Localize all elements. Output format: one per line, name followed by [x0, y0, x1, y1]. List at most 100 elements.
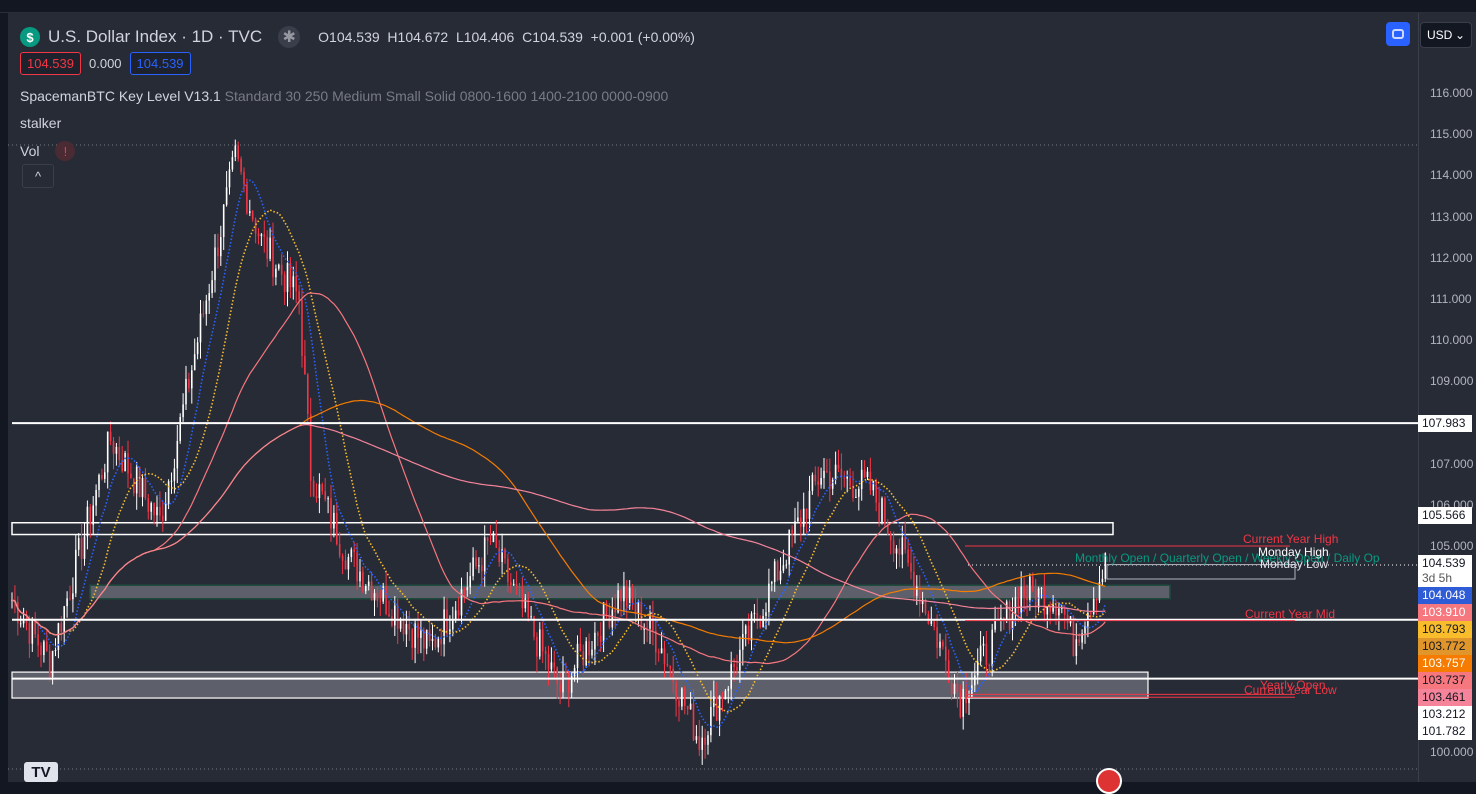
candle-body	[127, 453, 129, 474]
sell-price[interactable]: 104.539	[20, 52, 81, 75]
candle-body	[428, 629, 431, 641]
candle-body	[307, 374, 309, 414]
candle-body	[742, 634, 744, 650]
candle-body	[333, 512, 335, 529]
price-label: 105.566	[1418, 507, 1472, 524]
price-tick: 113.000	[1430, 209, 1473, 224]
candle-body	[701, 737, 703, 750]
candle-body	[1040, 588, 1043, 590]
candle-body	[541, 629, 544, 652]
candle-body	[1034, 590, 1037, 608]
candle-body	[971, 685, 973, 699]
candle-body	[446, 609, 448, 634]
candle-body	[892, 540, 895, 554]
candle-body	[585, 641, 587, 666]
candle-body	[1014, 597, 1017, 614]
warning-icon[interactable]: !	[55, 141, 76, 161]
chart-pane[interactable]	[8, 13, 1418, 782]
price-tick: 109.000	[1430, 374, 1474, 389]
price-tick: 107.000	[1430, 456, 1474, 471]
candle-body	[399, 620, 402, 629]
price-tick: 116.000	[1430, 85, 1473, 100]
candle-body	[391, 616, 393, 626]
candle-body	[898, 548, 901, 555]
currency-select[interactable]: USD ⌄	[1420, 22, 1472, 48]
candle-body	[283, 274, 286, 292]
candle-body	[167, 481, 170, 504]
moving-average-100	[11, 399, 1106, 644]
indicator-stalker[interactable]: stalker	[20, 115, 61, 131]
indicator-key-level[interactable]: SpacemanBTC Key Level V13.1 Standard 30 …	[20, 88, 668, 104]
candle-body	[672, 668, 674, 683]
sync-button[interactable]	[1386, 22, 1410, 46]
spread: 0.000	[89, 56, 122, 71]
candle-body	[652, 614, 654, 631]
candle-body	[889, 534, 892, 541]
moving-average-10	[11, 179, 1107, 728]
candle-body	[1011, 613, 1014, 630]
candle-body	[356, 552, 358, 582]
candle-body	[762, 616, 764, 628]
collapse-legend-button[interactable]: ^	[22, 164, 54, 188]
candle-body	[744, 625, 747, 635]
candle-body	[185, 378, 187, 405]
candle-body	[214, 247, 216, 281]
price-chart[interactable]	[8, 13, 1418, 782]
symbol-legend: $ U.S. Dollar Index · 1D · TVC ✱ O104.53…	[20, 26, 695, 48]
candle-body	[338, 544, 341, 556]
candle-body	[260, 234, 263, 237]
candle-body	[704, 737, 706, 745]
candle-body	[655, 630, 657, 653]
candle-body	[272, 237, 274, 278]
candle-body	[829, 471, 831, 489]
candle-body	[257, 233, 260, 237]
candle-body	[657, 652, 660, 654]
candle-body	[150, 502, 152, 512]
candle-body	[945, 646, 947, 661]
candle-body	[686, 705, 689, 710]
candle-body	[1017, 597, 1020, 613]
candle-body	[57, 623, 60, 651]
candle-body	[153, 502, 155, 516]
moving-average-50	[11, 292, 1106, 665]
candle-body	[1101, 578, 1104, 583]
candle-body	[385, 586, 387, 614]
candle-body	[753, 612, 756, 614]
candle-body	[556, 667, 558, 684]
asterisk-icon[interactable]: ✱	[278, 26, 301, 48]
price-tick: 112.000	[1430, 250, 1473, 265]
candle-body	[188, 378, 190, 389]
candle-body	[962, 688, 964, 717]
tradingview-logo[interactable]: TV	[24, 762, 58, 782]
candle-body	[913, 571, 915, 596]
candle-body	[373, 592, 376, 601]
candle-body	[1032, 576, 1034, 591]
candle-body	[597, 632, 599, 636]
candle-body	[1029, 576, 1031, 601]
candle-body	[974, 675, 976, 686]
level-label-current-year-low: Current Year Low	[1244, 683, 1337, 697]
candle-body	[489, 541, 492, 543]
candle-body	[831, 479, 834, 489]
candle-body	[924, 599, 927, 614]
indicator-vol[interactable]: Vol!	[20, 141, 76, 161]
candle-body	[228, 169, 231, 188]
candle-body	[773, 561, 776, 583]
candle-body	[956, 683, 959, 693]
candle-body	[243, 171, 245, 185]
price-tick: 100.000	[1430, 745, 1474, 759]
candle-body	[452, 619, 454, 630]
candle-body	[782, 565, 785, 571]
level-label-current-year-high: Current Year High	[1243, 532, 1339, 546]
flag-icon[interactable]	[1096, 768, 1122, 794]
buy-price[interactable]: 104.539	[129, 52, 191, 75]
candle-body	[602, 602, 605, 643]
candle-body	[162, 515, 164, 521]
candle-body	[1072, 616, 1075, 657]
candle-body	[675, 682, 677, 701]
candle-body	[794, 521, 796, 535]
symbol-title[interactable]: U.S. Dollar Index · 1D · TVC	[48, 27, 262, 47]
candle-body	[144, 478, 147, 499]
candle-body	[765, 612, 767, 617]
candle-body	[478, 565, 480, 567]
